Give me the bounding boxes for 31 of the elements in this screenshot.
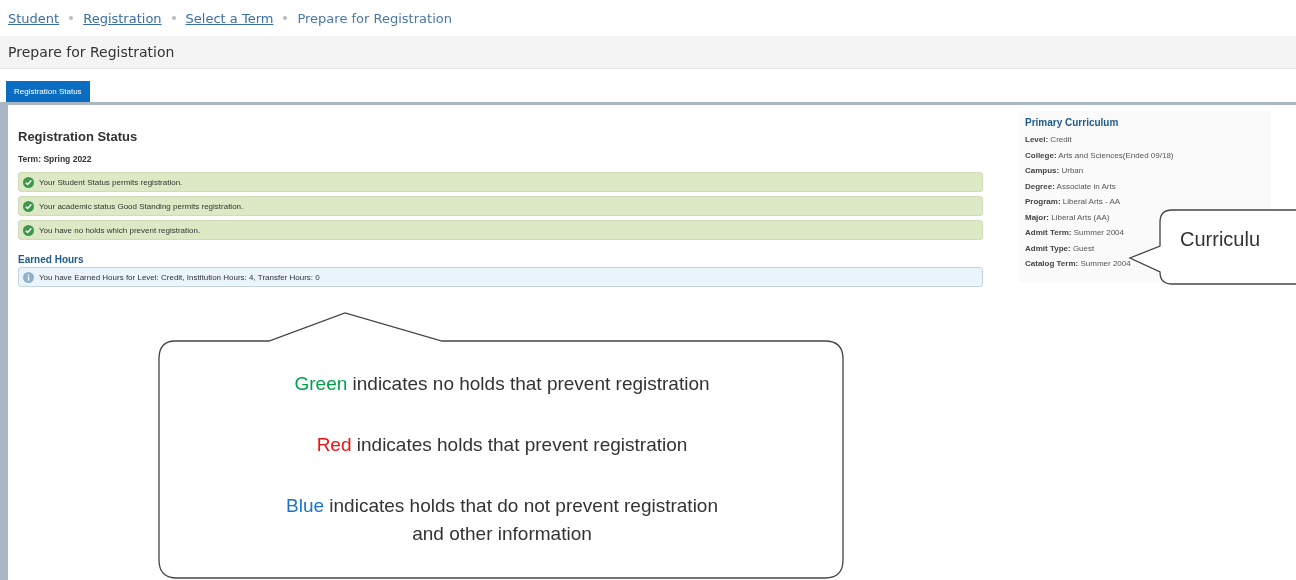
- section-title: Registration Status: [18, 129, 139, 144]
- check-icon: [23, 176, 34, 188]
- tab[interactable]: Registration Status: [6, 81, 90, 102]
- curriculum-field: Admit Term: Summer 2004: [1025, 225, 1124, 241]
- curriculum-field: College: Arts and Sciences(Ended 09/18): [1025, 147, 1174, 163]
- breadcrumb-link[interactable]: Student: [8, 10, 60, 26]
- message-text: Your academic status Good Standing permits registration.: [39, 201, 244, 211]
- message-text: Your Student Status permits registration.: [39, 177, 183, 187]
- curriculum-title: Primary Curriculum: [1025, 117, 1120, 128]
- callout-text: Curriculu: [1180, 228, 1261, 251]
- curriculum-field: Admit Type: Guest: [1025, 240, 1095, 256]
- legend-text: Blue indicates holds that do not prevent registration and other information: [285, 494, 719, 546]
- breadcrumb-current: Prepare for Registration: [297, 10, 452, 26]
- breadcrumb-link[interactable]: Select a Term: [185, 10, 274, 26]
- curriculum-field: Catalog Term: Summer 2004: [1025, 256, 1131, 272]
- breadcrumb-link[interactable]: Registration: [83, 10, 162, 26]
- message-text: You have Earned Hours for Level: Credit, Institution Hours: 4, Transfer Hours: 0: [39, 272, 320, 282]
- curriculum-field: Program: Liberal Arts - AA: [1025, 194, 1121, 210]
- legend-text: Green indicates no holds that prevent registration: [294, 372, 710, 396]
- message-text: You have no holds which prevent registration.: [39, 225, 201, 235]
- curriculum-field: Degree: Associate in Arts: [1025, 178, 1116, 194]
- section-title: Earned Hours: [18, 254, 85, 265]
- info-icon: [23, 271, 34, 283]
- curriculum-field: Campus: Urban: [1025, 163, 1084, 179]
- term-label: Term: Spring 2022: [18, 154, 93, 164]
- page-title: Prepare for Registration: [8, 44, 175, 60]
- curriculum-field: Level: Credit: [1025, 132, 1072, 148]
- legend-text: Red indicates holds that prevent registration: [316, 433, 688, 457]
- curriculum-field: Major: Liberal Arts (AA): [1025, 209, 1110, 225]
- check-icon: [23, 224, 34, 236]
- check-icon: [23, 200, 34, 212]
